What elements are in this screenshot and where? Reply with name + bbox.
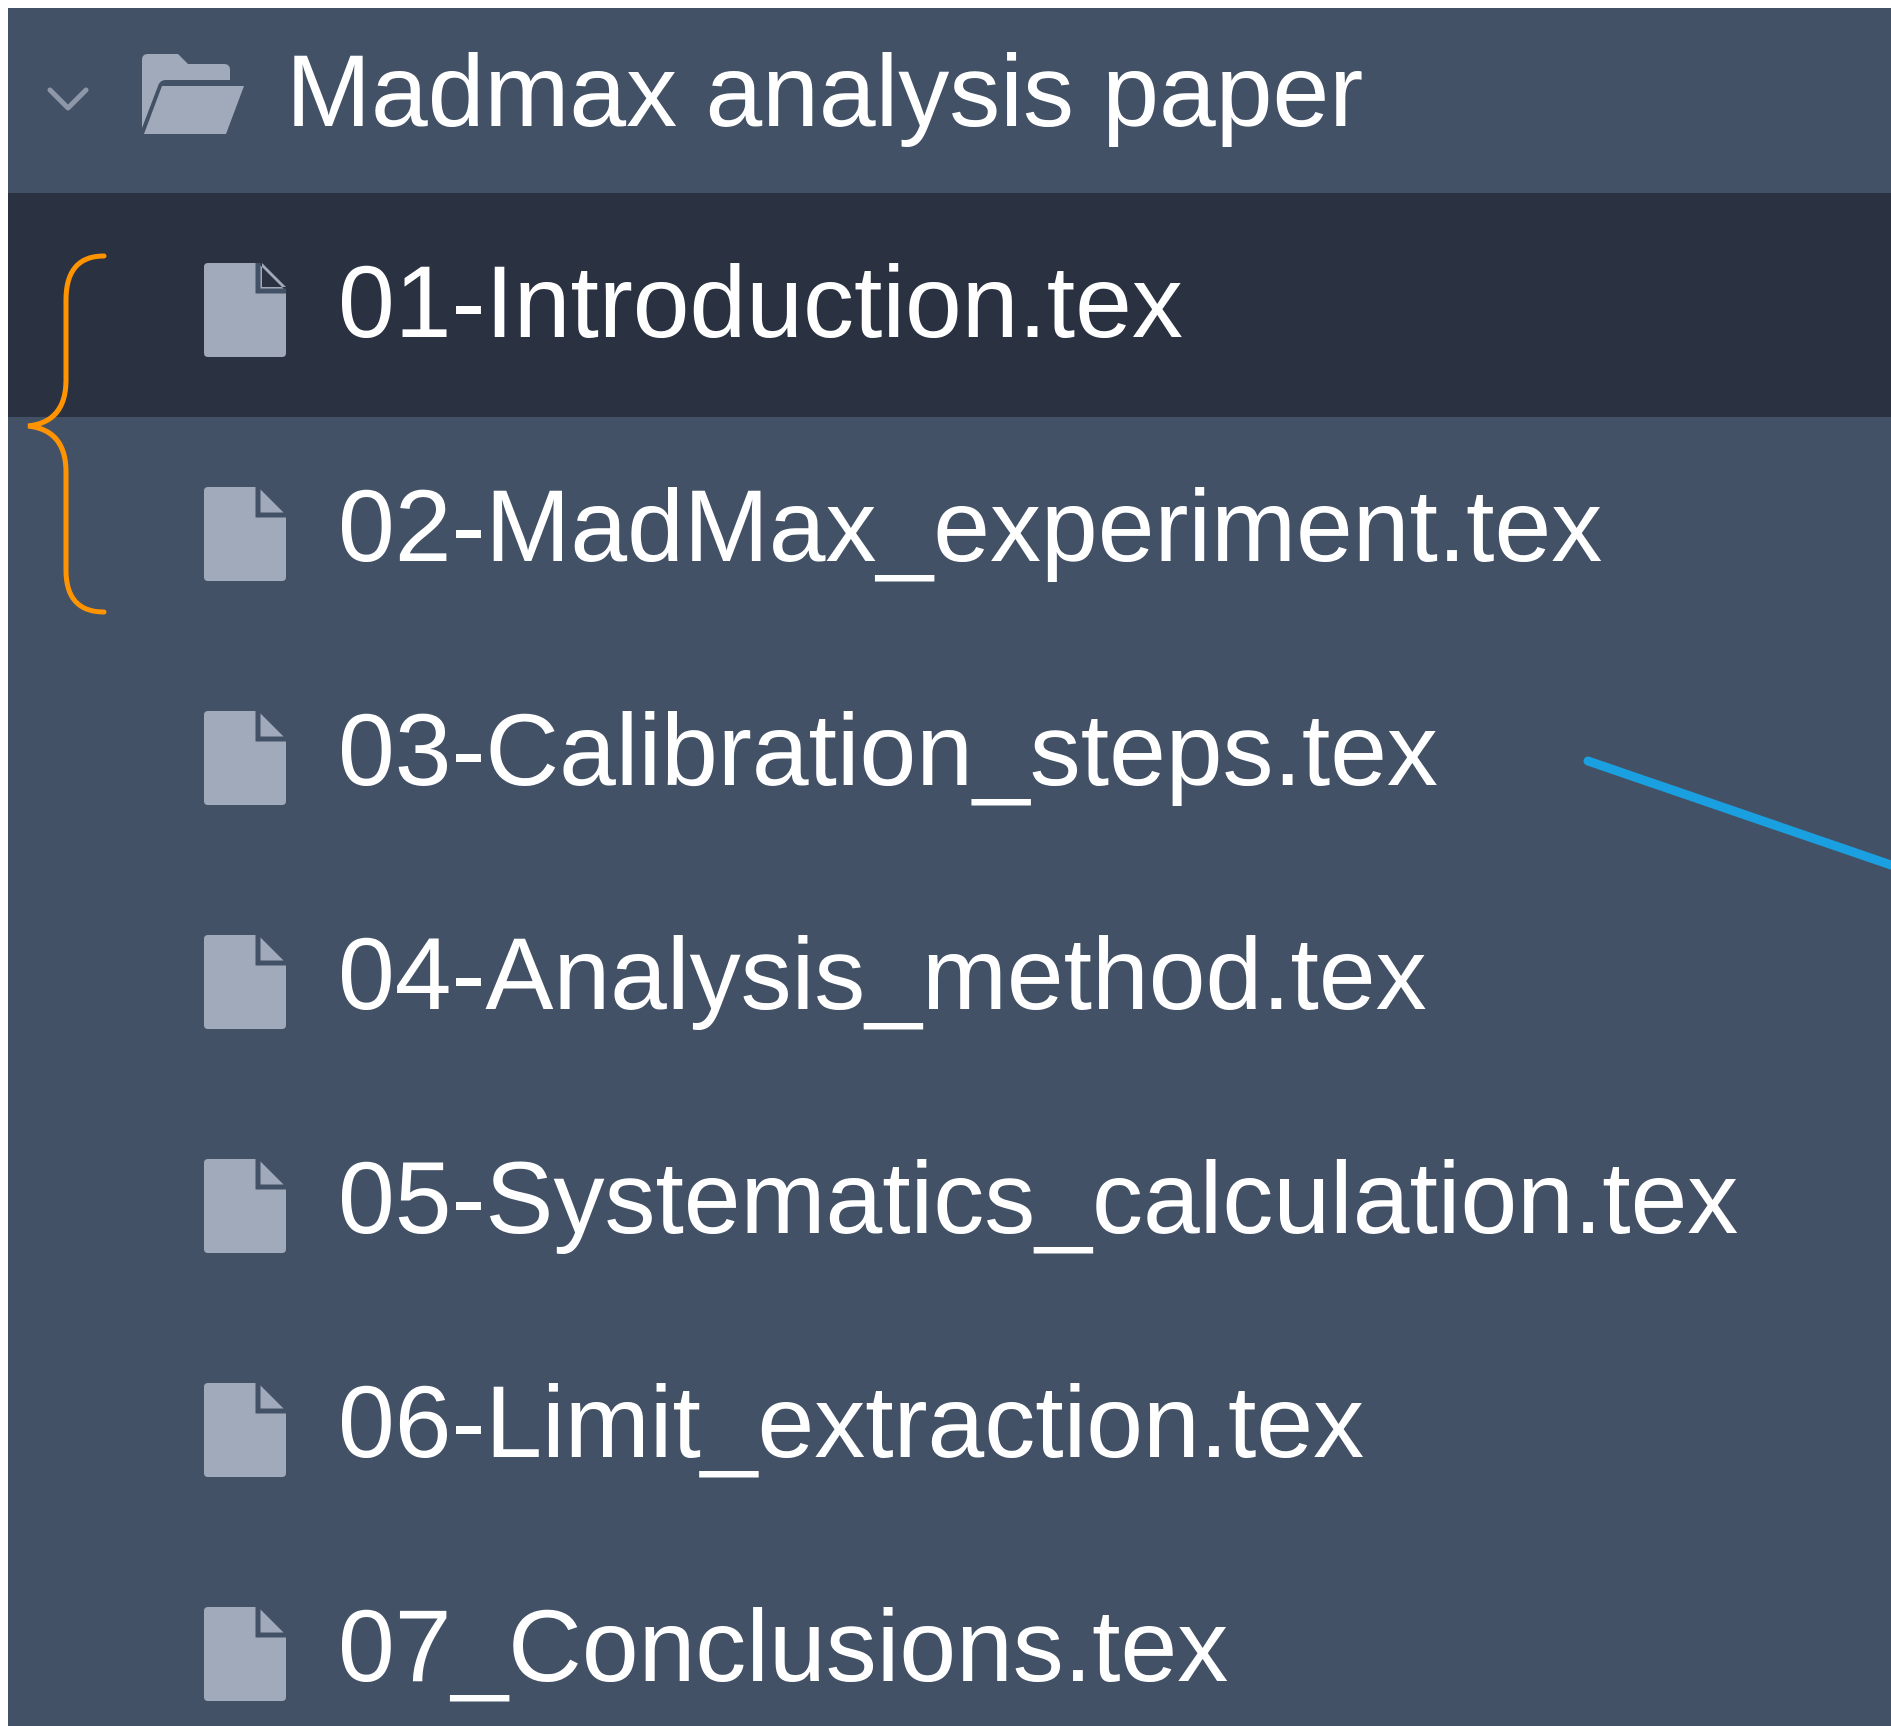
file-icon: [204, 487, 286, 581]
file-label: 07_Conclusions.tex: [338, 1589, 1229, 1703]
chevron-down-icon[interactable]: [40, 70, 96, 126]
folder-label: Madmax analysis paper: [286, 34, 1364, 148]
file-row-06-limit-extraction[interactable]: 06-Limit_extraction.tex: [8, 1313, 1891, 1537]
file-label: 02-MadMax_experiment.tex: [338, 469, 1603, 583]
file-label: 04-Analysis_method.tex: [338, 917, 1427, 1031]
file-label: 01-Introduction.tex: [338, 245, 1183, 359]
file-icon: [204, 1607, 286, 1701]
file-icon: [204, 1159, 286, 1253]
file-row-03-calibration-steps[interactable]: 03-Calibration_steps.tex: [8, 641, 1891, 865]
file-tree-panel: Madmax analysis paper 01-Introduction.te…: [8, 8, 1891, 1726]
file-row-07-conclusions[interactable]: 07_Conclusions.tex: [8, 1537, 1891, 1726]
file-row-05-systematics-calculation[interactable]: 05-Systematics_calculation.tex: [8, 1089, 1891, 1313]
file-label: 05-Systematics_calculation.tex: [338, 1141, 1739, 1255]
file-icon: [204, 935, 286, 1029]
file-icon: [204, 1383, 286, 1477]
file-row-01-introduction[interactable]: 01-Introduction.tex: [8, 193, 1891, 417]
file-label: 03-Calibration_steps.tex: [338, 693, 1438, 807]
file-row-02-madmax-experiment[interactable]: 02-MadMax_experiment.tex: [8, 417, 1891, 641]
file-icon: [204, 711, 286, 805]
folder-open-icon: [142, 54, 244, 134]
file-icon: [204, 263, 286, 357]
file-label: 06-Limit_extraction.tex: [338, 1365, 1365, 1479]
file-row-04-analysis-method[interactable]: 04-Analysis_method.tex: [8, 865, 1891, 1089]
folder-row-madmax-analysis-paper[interactable]: Madmax analysis paper: [8, 8, 1891, 194]
